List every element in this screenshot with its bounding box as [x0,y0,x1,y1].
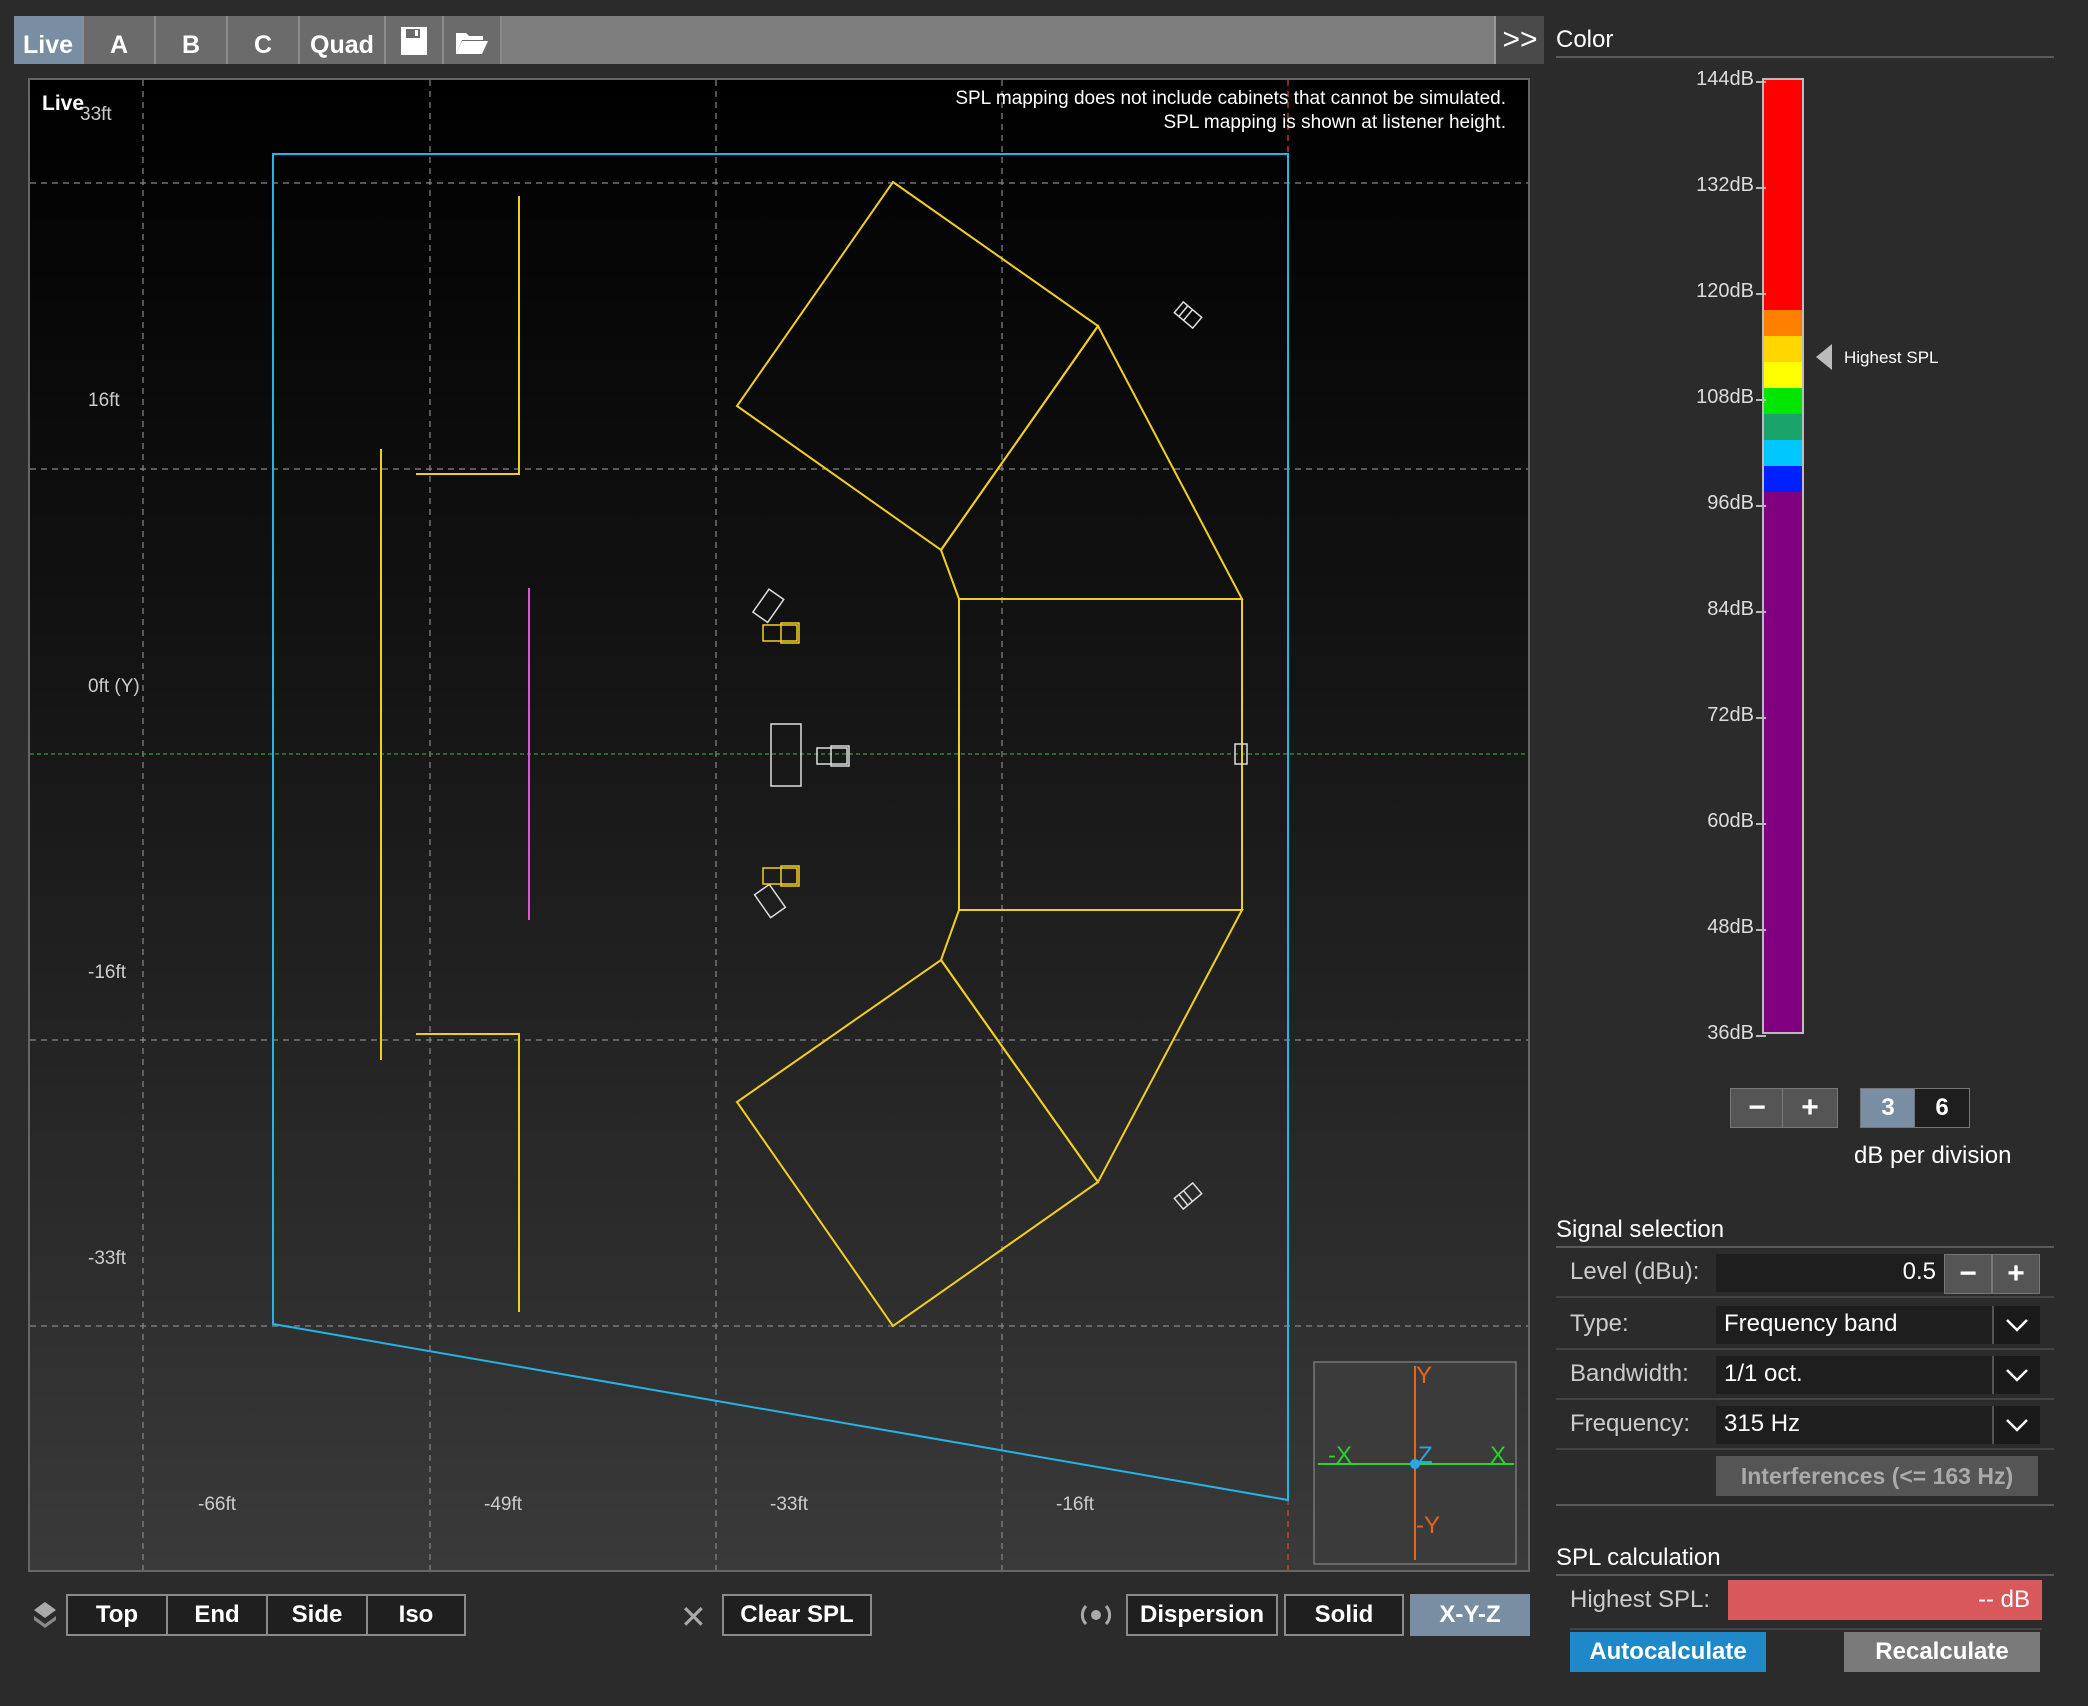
tab-a[interactable]: A [84,16,156,64]
clear-spl-button[interactable]: Clear SPL [722,1594,872,1636]
save-icon [401,27,427,55]
view-side-button[interactable]: Side [266,1594,368,1636]
scale-label: 108dB [1696,386,1754,408]
x-tick-label: -16ft [1056,1494,1095,1515]
highest-spl-label: Highest SPL: [1570,1586,1711,1613]
level-plus-button[interactable]: + [1992,1254,2040,1294]
tab-c[interactable]: C [228,16,300,64]
spl-note: SPL mapping is shown at listener height. [1163,112,1506,133]
frequency-label: Frequency: [1570,1410,1691,1437]
division-6-button[interactable]: 6 [1914,1088,1970,1128]
y-tick-label: -33ft [88,1248,127,1269]
axis-z: Z [1418,1442,1433,1469]
solid-button[interactable]: Solid [1284,1594,1404,1636]
chevron-down-icon [2006,1319,2028,1332]
scale-label: 48dB [1707,916,1754,938]
axis-y-positive: Y [1416,1362,1433,1389]
x-tick-label: -66ft [198,1494,237,1515]
y-tick-label: 16ft [88,390,120,411]
close-icon[interactable]: ✕ [680,1598,707,1636]
spl-note: SPL mapping does not include cabinets th… [955,88,1506,109]
bandwidth-row: Bandwidth: 1/1 oct. [1556,1352,2054,1400]
axis-x-positive: X [1490,1442,1507,1469]
interferences-button[interactable]: Interferences (<= 163 Hz) [1716,1456,2038,1496]
tab-b[interactable]: B [156,16,228,64]
type-label: Type: [1570,1310,1629,1337]
highest-spl-marker: Highest SPL [1844,348,1939,367]
tab-live[interactable]: Live [14,16,84,64]
room-plot[interactable] [30,80,1528,1570]
tab-quad[interactable]: Quad [300,16,386,64]
x-tick-label: -49ft [484,1494,523,1515]
color-section-title: Color [1556,26,1614,53]
level-minus-button[interactable]: − [1944,1254,1992,1294]
level-row: Level (dBu): 0.5 − + [1556,1250,2054,1298]
open-button[interactable] [444,16,502,64]
bandwidth-label: Bandwidth: [1570,1360,1689,1387]
frequency-select[interactable]: 315 Hz [1716,1406,2000,1444]
division-minus-button[interactable]: − [1730,1088,1784,1128]
signal-section-title: Signal selection [1556,1216,1725,1243]
scale-label: 84dB [1707,598,1754,620]
chevron-down-icon [2006,1369,2028,1382]
tab-label: A [109,31,129,59]
scale-label: 144dB [1696,68,1754,90]
divider [1556,56,2054,58]
spl-map-view[interactable]: Live 33ft 16ft 0ft (Y) -16ft -33ft -66ft… [28,78,1530,1572]
bandwidth-dropdown-button[interactable] [1992,1356,2040,1394]
scale-label: 60dB [1707,810,1754,832]
level-input[interactable]: 0.5 [1716,1254,1944,1292]
chevron-double-right-icon: >> [1502,23,1538,56]
divider [1570,1628,2042,1630]
eye-icon[interactable] [1080,1600,1112,1635]
xyz-button[interactable]: X-Y-Z [1410,1594,1530,1636]
recalculate-button[interactable]: Recalculate [1844,1632,2040,1672]
scale-ticks [1756,81,1766,1037]
scale-label: 36dB [1707,1022,1754,1044]
tab-label: B [181,31,201,59]
highest-spl-value: -- dB [1728,1580,2042,1620]
x-tick-label: -33ft [770,1494,809,1515]
triangle-left-icon [1816,344,1832,370]
layers-icon[interactable] [32,1600,58,1637]
axis-x-negative: -X [1328,1442,1352,1469]
scale-label: 132dB [1696,174,1754,196]
division-caption: dB per division [1854,1142,2012,1169]
chevron-down-icon [2006,1419,2028,1432]
save-button[interactable] [386,16,444,64]
expand-panel-button[interactable]: >> [1494,16,1544,64]
autocalculate-button[interactable]: Autocalculate [1570,1632,1766,1672]
scale-label: 120dB [1696,280,1754,302]
divider [1556,1504,2054,1506]
view-end-button[interactable]: End [166,1594,268,1636]
scale-label: 72dB [1707,704,1754,726]
dispersion-button[interactable]: Dispersion [1126,1594,1278,1636]
tab-label: C [253,31,273,59]
scale-label: 96dB [1707,492,1754,514]
frequency-row: Frequency: 315 Hz [1556,1402,2054,1450]
type-select[interactable]: Frequency band [1716,1306,2000,1344]
axis-y-negative: -Y [1416,1512,1440,1539]
y-tick-label: 33ft [80,104,112,125]
type-row: Type: Frequency band [1556,1302,2054,1350]
division-3-button[interactable]: 3 [1860,1088,1916,1128]
spl-calc-section-title: SPL calculation [1556,1544,1721,1571]
y-tick-label: 0ft (Y) [88,676,140,697]
view-top-button[interactable]: Top [66,1594,168,1636]
frequency-dropdown-button[interactable] [1992,1406,2040,1444]
divider [1556,1246,2054,1248]
view-iso-button[interactable]: Iso [366,1594,466,1636]
type-dropdown-button[interactable] [1992,1306,2040,1344]
y-tick-label: -16ft [88,962,127,983]
view-mode-label: Live [42,92,85,115]
tab-label: Quad [310,31,374,59]
tab-label: Live [22,31,74,59]
color-scale-bar [1762,78,1804,1034]
level-label: Level (dBu): [1570,1258,1700,1285]
view-tab-bar: Live A B C Quad >> [14,16,1544,64]
folder-open-icon [456,33,488,54]
bandwidth-select[interactable]: 1/1 oct. [1716,1356,2000,1394]
division-plus-button[interactable]: + [1782,1088,1838,1128]
divider [1556,1574,2054,1576]
